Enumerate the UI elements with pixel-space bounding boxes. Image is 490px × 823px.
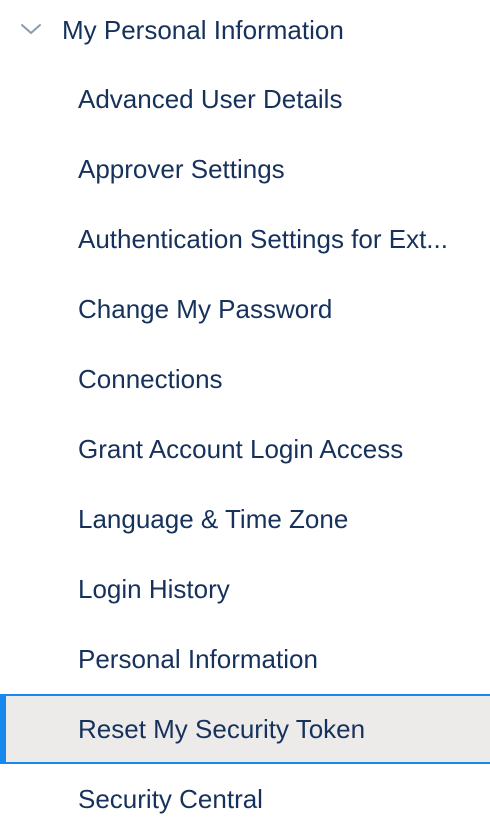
tree-item-connections[interactable]: Connections <box>0 344 490 414</box>
tree-item-grant-account-login-access[interactable]: Grant Account Login Access <box>0 414 490 484</box>
tree-item-label: Login History <box>78 574 230 604</box>
tree-item-label: Grant Account Login Access <box>78 434 404 464</box>
tree-item-change-my-password[interactable]: Change My Password <box>0 274 490 344</box>
tree-item-authentication-settings[interactable]: Authentication Settings for Ext... <box>0 204 490 274</box>
section-title: My Personal Information <box>62 15 344 45</box>
tree-item-label: Approver Settings <box>78 154 285 184</box>
tree-item-login-history[interactable]: Login History <box>0 554 490 624</box>
tree-item-personal-information[interactable]: Personal Information <box>0 624 490 694</box>
settings-tree: My Personal Information Advanced User De… <box>0 0 490 823</box>
tree-item-language-time-zone[interactable]: Language & Time Zone <box>0 484 490 554</box>
tree-item-reset-my-security-token[interactable]: Reset My Security Token <box>0 694 490 764</box>
section-header-my-personal-information[interactable]: My Personal Information <box>0 0 490 60</box>
section-items-list: Advanced User Details Approver Settings … <box>0 64 490 823</box>
tree-item-label: Authentication Settings for Ext... <box>78 224 448 254</box>
tree-item-label: Advanced User Details <box>78 84 343 114</box>
tree-item-label: Security Central <box>78 784 263 814</box>
tree-item-approver-settings[interactable]: Approver Settings <box>0 134 490 204</box>
tree-item-label: Connections <box>78 364 223 394</box>
tree-item-label: Language & Time Zone <box>78 504 349 534</box>
tree-item-advanced-user-details[interactable]: Advanced User Details <box>0 64 490 134</box>
tree-item-security-central[interactable]: Security Central <box>0 764 490 823</box>
tree-item-label: Reset My Security Token <box>78 714 366 744</box>
tree-item-label: Change My Password <box>78 294 333 324</box>
chevron-down-icon[interactable] <box>20 20 42 38</box>
tree-item-label: Personal Information <box>78 644 318 674</box>
